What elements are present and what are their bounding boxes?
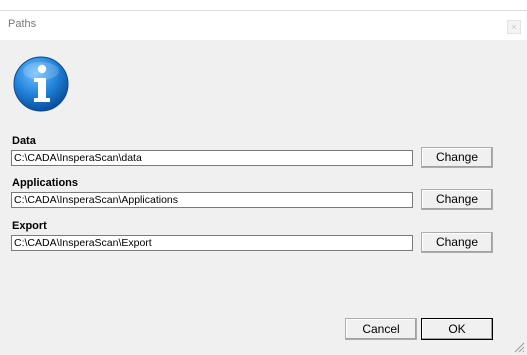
export-change-button[interactable]: Change bbox=[421, 232, 493, 253]
dialog-title: Paths bbox=[8, 18, 37, 30]
info-icon bbox=[13, 56, 69, 112]
resize-grip-icon[interactable] bbox=[513, 341, 525, 353]
applications-change-button[interactable]: Change bbox=[421, 189, 493, 210]
title-bar: Paths × bbox=[0, 10, 527, 40]
applications-path-field[interactable]: C:\CADA\InsperaScan\Applications bbox=[11, 192, 413, 208]
top-strip bbox=[0, 0, 527, 10]
export-label: Export bbox=[12, 220, 47, 232]
cancel-button[interactable]: Cancel bbox=[345, 318, 417, 340]
ok-button[interactable]: OK bbox=[421, 318, 493, 340]
applications-label: Applications bbox=[12, 177, 79, 189]
export-path-field[interactable]: C:\CADA\InsperaScan\Export bbox=[11, 235, 413, 251]
close-icon: × bbox=[511, 22, 517, 32]
close-button[interactable]: × bbox=[507, 20, 521, 34]
data-path-field[interactable]: C:\CADA\InsperaScan\data bbox=[11, 150, 413, 166]
paths-dialog: Paths × Data C:\CADA\InsperaScan\data Ch… bbox=[0, 0, 527, 355]
data-change-button[interactable]: Change bbox=[421, 147, 493, 168]
data-label: Data bbox=[12, 135, 36, 147]
